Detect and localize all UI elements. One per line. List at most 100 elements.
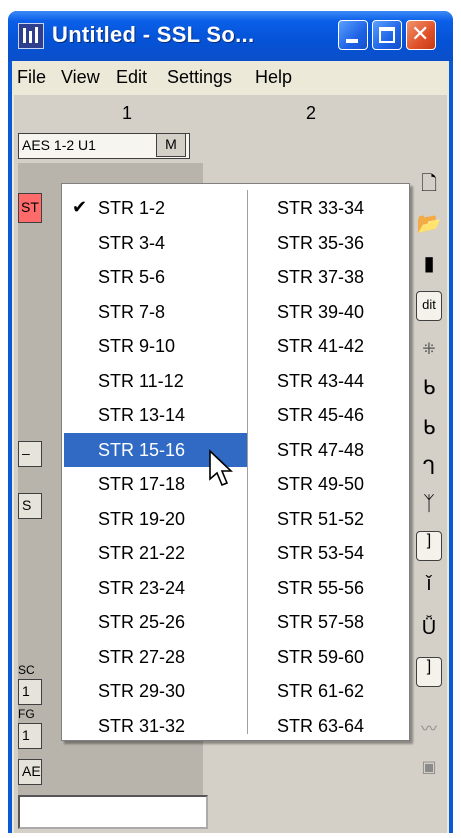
dropdown-item-label: STR 5-6 — [98, 267, 166, 287]
dropdown-item-label: STR 25-26 — [98, 612, 186, 632]
dropdown-item[interactable]: STR 3-4 — [64, 226, 247, 261]
dropdown-item-label: STR 11-12 — [98, 370, 184, 391]
window-title: Untitled - SSL So... — [52, 22, 255, 47]
dropdown-item-label: STR 17-18 — [98, 474, 186, 494]
minimize-button[interactable] — [338, 20, 368, 50]
menu-view[interactable]: View — [61, 67, 100, 88]
dropdown-item[interactable]: STR 61-62 — [250, 674, 408, 709]
column-header-1: 1 — [122, 103, 133, 123]
dropdown-item[interactable]: STR 25-26 — [64, 605, 247, 640]
fg-value[interactable]: 1 — [18, 723, 42, 749]
dropdown-item[interactable]: STR 19-20 — [64, 502, 247, 537]
dropdown-item[interactable]: STR 29-30 — [64, 674, 247, 709]
bracket-icon[interactable]: Ǚ — [416, 617, 442, 645]
menu-settings[interactable]: Settings — [167, 67, 232, 88]
dropdown-item-label: STR 19-20 — [98, 508, 186, 529]
dropdown-item-label: STR 57-58 — [277, 612, 365, 632]
dropdown-item-label: STR 59-60 — [277, 646, 365, 667]
dropdown-item[interactable]: STR 35-36 — [250, 226, 408, 261]
st-button[interactable]: ST — [18, 193, 42, 223]
check-icon: ✔ — [72, 197, 88, 217]
menu-bar: File View Edit Settings Help — [12, 61, 449, 93]
bracket-icon[interactable]: ᛉ — [416, 493, 442, 521]
dropdown-item[interactable]: STR 51-52 — [250, 502, 408, 537]
dropdown-item[interactable]: ✔ STR 1-2 — [64, 191, 247, 226]
dropdown-item[interactable]: STR 39-40 — [250, 295, 408, 330]
dropdown-item-label: STR 37-38 — [277, 267, 365, 287]
dropdown-item-label: STR 27-28 — [98, 646, 186, 667]
dropdown-item[interactable]: STR 53-54 — [250, 536, 408, 571]
dropdown-item[interactable]: STR 47-48 — [250, 433, 408, 468]
menu-file[interactable]: File — [17, 67, 46, 88]
m-button[interactable]: M — [156, 133, 186, 157]
dropdown-item-label: STR 21-22 — [98, 543, 186, 563]
edit-icon[interactable]: dit — [416, 291, 442, 321]
dropdown-item-label: STR 29-30 — [98, 681, 186, 701]
sc-value[interactable]: 1 — [18, 679, 42, 705]
camera-icon[interactable]: ▣ — [416, 757, 442, 785]
dropdown-item[interactable]: STR 59-60 — [250, 640, 408, 675]
dropdown-item[interactable]: STR 23-24 — [64, 571, 247, 606]
dropdown-item-label: STR 13-14 — [98, 405, 186, 425]
dropdown-item[interactable]: STR 41-42 — [250, 329, 408, 364]
route-icon[interactable]: ⁜ — [416, 339, 442, 367]
fg-label: FG — [18, 707, 35, 721]
dropdown-item[interactable]: STR 37-38 — [250, 260, 408, 295]
wave-icon[interactable]: 〰 — [416, 715, 442, 743]
dropdown-item-label: STR 23-24 — [98, 577, 186, 598]
dropdown-item[interactable]: STR 21-22 — [64, 536, 247, 571]
dropdown-item-label: STR 47-48 — [277, 439, 365, 460]
dropdown-item[interactable]: STR 5-6 — [64, 260, 247, 295]
sc-label: SC — [18, 663, 35, 677]
name-input[interactable] — [18, 795, 208, 829]
dropdown-item-label: STR 39-40 — [277, 301, 365, 322]
dropdown-item[interactable]: STR 11-12 — [64, 364, 247, 399]
close-icon: ✕ — [411, 21, 430, 46]
dropdown-item[interactable]: STR 63-64 — [250, 709, 408, 744]
menu-help[interactable]: Help — [255, 67, 292, 88]
insert-icon[interactable]: ᑲ — [416, 375, 442, 403]
new-document-icon[interactable]: 🗋 — [416, 169, 442, 197]
dropdown-item-label: STR 9-10 — [98, 336, 176, 356]
dropdown-item[interactable]: STR 57-58 — [250, 605, 408, 640]
insert-icon[interactable]: ᒉ — [416, 455, 442, 483]
close-button[interactable]: ✕ — [406, 20, 436, 50]
dropdown-item-label: STR 31-32 — [98, 715, 186, 736]
dropdown-item-label: STR 1-2 — [98, 198, 166, 218]
save-icon[interactable]: ▮ — [416, 251, 442, 279]
ae-field[interactable]: AE — [18, 759, 42, 785]
dropdown-item-label: STR 33-34 — [277, 198, 365, 218]
dropdown-item[interactable]: STR 31-32 — [64, 709, 247, 744]
dropdown-item[interactable]: STR 43-44 — [250, 364, 408, 399]
open-folder-icon[interactable]: 📂 — [416, 211, 442, 239]
dropdown-item-label: STR 61-62 — [277, 681, 365, 701]
dropdown-item[interactable]: STR 7-8 — [64, 295, 247, 330]
s-button[interactable]: S — [18, 493, 42, 519]
dropdown-item-label: STR 43-44 — [277, 370, 365, 391]
marker-icon[interactable]: ] — [416, 657, 442, 687]
mouse-cursor-icon — [209, 449, 233, 487]
marker-icon[interactable]: ǐ — [416, 573, 442, 601]
marker-icon[interactable]: ] — [416, 531, 442, 561]
title-bar[interactable]: Untitled - SSL So... ✕ — [8, 11, 453, 61]
minus-button[interactable]: – — [18, 441, 42, 467]
dropdown-item-label: STR 15-16 — [98, 439, 186, 460]
dropdown-item[interactable]: STR 27-28 — [64, 640, 247, 675]
dropdown-item[interactable]: STR 45-46 — [250, 398, 408, 433]
dropdown-item[interactable]: STR 49-50 — [250, 467, 408, 502]
maximize-button[interactable] — [372, 20, 402, 50]
dropdown-item[interactable]: STR 9-10 — [64, 329, 247, 364]
dropdown-column-2: STR 33-34 STR 35-36 STR 37-38 STR 39-40 STR … — [250, 191, 408, 743]
dropdown-item-label: STR 51-52 — [277, 508, 365, 529]
dropdown-item[interactable]: STR 55-56 — [250, 571, 408, 606]
dropdown-item-label: STR 7-8 — [98, 301, 166, 322]
right-toolbar: 🗋 📂 ▮ dit ⁜ ᑲ ᑲ ᒉ ᛉ ] ǐ Ǚ ] 〰 ▣ — [412, 161, 446, 833]
dropdown-item[interactable]: STR 33-34 — [250, 191, 408, 226]
dropdown-item-label: STR 45-46 — [277, 405, 365, 425]
dropdown-item-label: STR 53-54 — [277, 543, 365, 563]
dropdown-item[interactable]: STR 13-14 — [64, 398, 247, 433]
dropdown-item-label: STR 3-4 — [98, 232, 166, 253]
insert-icon[interactable]: ᑲ — [416, 415, 442, 443]
dropdown-item-label: STR 49-50 — [277, 474, 365, 494]
menu-edit[interactable]: Edit — [116, 67, 147, 88]
